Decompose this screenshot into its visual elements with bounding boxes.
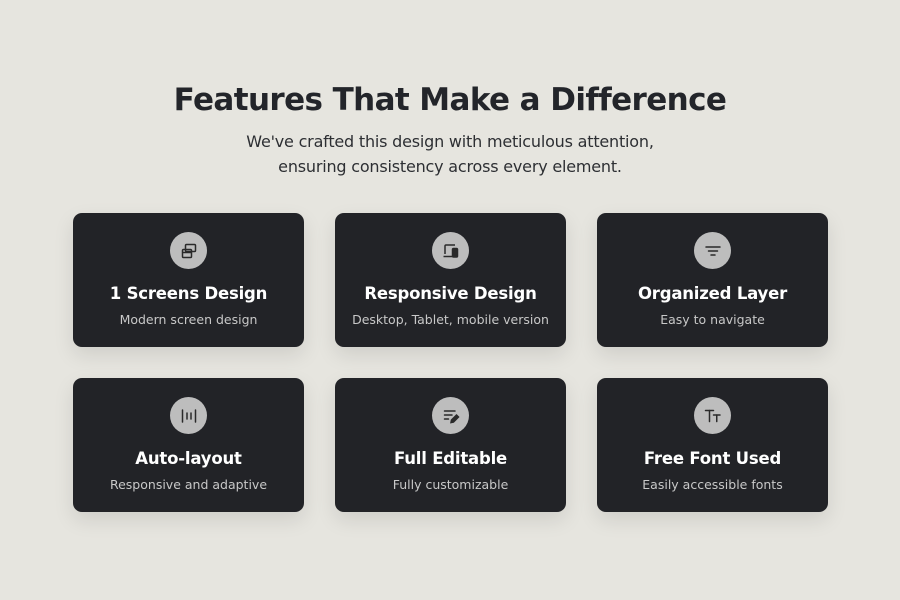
feature-title: Organized Layer [637, 284, 788, 303]
font-icon [694, 397, 731, 434]
feature-description: Modern screen design [119, 312, 258, 327]
edit-icon [432, 397, 469, 434]
feature-description: Easily accessible fonts [642, 477, 783, 492]
feature-card-full-editable: Full Editable Fully customizable [335, 378, 566, 512]
subtitle-line-2: ensuring consistency across every elemen… [278, 157, 622, 176]
feature-title: Responsive Design [364, 284, 537, 303]
feature-description: Easy to navigate [660, 312, 765, 327]
feature-title: Full Editable [393, 449, 508, 468]
feature-card-auto-layout: Auto-layout Responsive and adaptive [73, 378, 304, 512]
feature-title: 1 Screens Design [109, 284, 268, 303]
feature-description: Desktop, Tablet, mobile version [352, 312, 549, 327]
feature-card-organized-layer: Organized Layer Easy to navigate [597, 213, 828, 347]
feature-card-screens: 1 Screens Design Modern screen design [73, 213, 304, 347]
auto-layout-icon [170, 397, 207, 434]
feature-description: Fully customizable [392, 477, 509, 492]
features-grid: 1 Screens Design Modern screen design Re… [73, 213, 829, 512]
feature-card-free-font: Free Font Used Easily accessible fonts [597, 378, 828, 512]
page-title: Features That Make a Difference [173, 82, 727, 118]
devices-icon [432, 232, 469, 269]
page-subtitle: We've crafted this design with meticulou… [200, 129, 700, 179]
feature-card-responsive: Responsive Design Desktop, Tablet, mobil… [335, 213, 566, 347]
screens-icon [170, 232, 207, 269]
feature-title: Free Font Used [643, 449, 782, 468]
feature-description: Responsive and adaptive [109, 477, 268, 492]
subtitle-line-1: We've crafted this design with meticulou… [246, 132, 654, 151]
filter-icon [694, 232, 731, 269]
feature-title: Auto-layout [135, 449, 242, 468]
